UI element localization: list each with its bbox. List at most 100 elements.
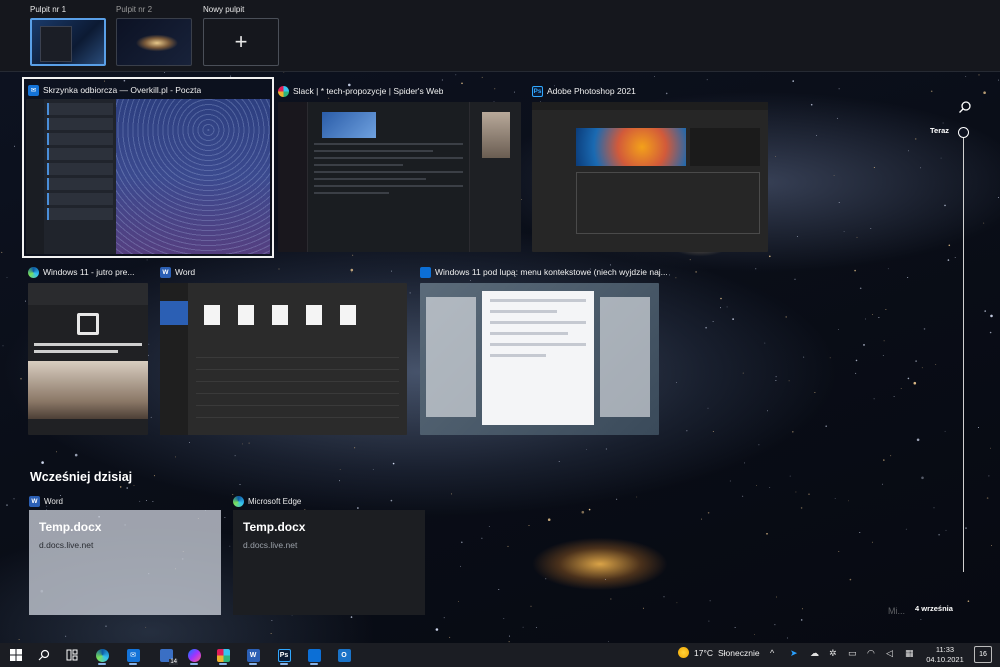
window-edge-title: Windows 11 - jutro pre... bbox=[28, 263, 135, 281]
volume-icon[interactable]: ◁ bbox=[886, 648, 893, 659]
trello-list bbox=[600, 297, 650, 417]
timeline-scrollbar[interactable] bbox=[963, 132, 964, 572]
history-item-word[interactable]: W Word Temp.docx d.docs.live.net bbox=[29, 494, 221, 615]
settings-icon[interactable]: ✲ bbox=[829, 648, 837, 659]
taskbar-photoshop[interactable]: Ps bbox=[274, 645, 294, 665]
cloud-icon[interactable]: ☁ bbox=[810, 648, 819, 659]
timeline-now-label: Teraz bbox=[930, 126, 950, 135]
wifi-icon[interactable]: ◠ bbox=[867, 648, 875, 659]
mail-sidebar bbox=[26, 99, 44, 254]
history-item-app: W Word bbox=[29, 494, 63, 508]
window-edge[interactable]: Windows 11 - jutro pre... bbox=[28, 263, 148, 435]
window-photoshop[interactable]: Ps Adobe Photoshop 2021 bbox=[532, 82, 768, 252]
start-button[interactable] bbox=[6, 645, 26, 665]
history-doc-title: Temp.docx bbox=[243, 520, 306, 534]
history-card[interactable]: Temp.docx d.docs.live.net bbox=[233, 510, 425, 615]
desktop-2-thumbnail[interactable] bbox=[116, 18, 192, 66]
window-edge-preview[interactable] bbox=[28, 283, 148, 435]
notification-center-button[interactable]: 16 bbox=[974, 646, 992, 663]
clock-date: 04.10.2021 bbox=[926, 655, 964, 664]
window-trello-title: Windows 11 pod lupą: menu kontekstowe (n… bbox=[420, 263, 668, 281]
trello-icon bbox=[307, 648, 321, 662]
search-icon[interactable] bbox=[958, 100, 972, 114]
edge-icon bbox=[95, 648, 109, 662]
plus-icon: + bbox=[234, 29, 248, 54]
window-word-title-text: Word bbox=[175, 267, 196, 277]
timeline-handle[interactable] bbox=[958, 127, 969, 138]
edge-icon bbox=[28, 266, 39, 278]
slack-icon bbox=[278, 85, 289, 97]
history-section-title: Wcześniej dzisiaj bbox=[30, 470, 133, 484]
search-icon bbox=[38, 649, 50, 661]
trello-list bbox=[426, 297, 476, 417]
window-trello[interactable]: Windows 11 pod lupą: menu kontekstowe (n… bbox=[420, 263, 668, 435]
window-photoshop-title-text: Adobe Photoshop 2021 bbox=[547, 86, 636, 96]
mail-message-list bbox=[44, 99, 116, 254]
new-desktop-button[interactable]: + bbox=[203, 18, 279, 66]
trello-card-detail bbox=[482, 291, 594, 425]
edge-icon bbox=[233, 495, 244, 507]
photoshop-dropzone bbox=[576, 172, 760, 234]
watermark: Mi... bbox=[888, 606, 905, 616]
taskbar-messenger[interactable] bbox=[184, 645, 204, 665]
desktop-1-thumbnail[interactable] bbox=[30, 18, 106, 66]
word-icon: W bbox=[246, 648, 260, 662]
weather-description: Słonecznie bbox=[718, 647, 760, 658]
taskbar-slack[interactable] bbox=[213, 645, 233, 665]
window-mail-title: ✉ Skrzynka odbiorcza — Overkill.pl - Poc… bbox=[28, 81, 201, 99]
word-icon: W bbox=[160, 266, 171, 278]
history-card[interactable]: Temp.docx d.docs.live.net bbox=[29, 510, 221, 615]
word-sidebar bbox=[160, 283, 188, 435]
taskbar-files[interactable]: 14 bbox=[156, 645, 178, 665]
desktop-1[interactable]: Pulpit nr 1 bbox=[30, 4, 106, 66]
window-word-preview[interactable] bbox=[160, 283, 407, 435]
window-slack-title: Slack | * tech-propozycje | Spider's Web bbox=[278, 82, 443, 100]
taskbar-word[interactable]: W bbox=[243, 645, 263, 665]
history-doc-title: Temp.docx bbox=[39, 520, 102, 534]
window-slack[interactable]: Slack | * tech-propozycje | Spider's Web bbox=[278, 82, 521, 252]
weather-temperature: 17°C bbox=[694, 647, 713, 658]
outlook-icon: O bbox=[337, 648, 351, 662]
timeline-date-label: 4 września bbox=[915, 604, 953, 613]
slack-icon bbox=[216, 648, 230, 662]
taskbar-trello[interactable] bbox=[304, 645, 324, 665]
mail-reading-pane-image bbox=[116, 99, 270, 254]
keyboard-icon[interactable]: ▦ bbox=[905, 648, 914, 659]
search-button[interactable] bbox=[34, 645, 54, 665]
clock-time: 11:33 bbox=[935, 645, 955, 654]
window-mail-preview[interactable] bbox=[26, 99, 270, 254]
messenger-icon bbox=[187, 648, 201, 662]
desktop-2-label: Pulpit nr 2 bbox=[116, 5, 153, 14]
photoshop-banner-image bbox=[576, 128, 686, 166]
history-item-edge[interactable]: Microsoft Edge Temp.docx d.docs.live.net bbox=[233, 494, 425, 615]
window-word-title: W Word bbox=[160, 263, 195, 281]
telegram-icon[interactable]: ➤ bbox=[790, 648, 798, 659]
word-icon: W bbox=[29, 495, 40, 507]
window-slack-preview[interactable] bbox=[278, 102, 521, 252]
taskbar-outlook[interactable]: O bbox=[334, 645, 354, 665]
task-view-button[interactable] bbox=[62, 645, 82, 665]
network-icon[interactable]: ▭ bbox=[848, 648, 857, 659]
site-logo-icon bbox=[77, 313, 99, 335]
window-trello-preview[interactable] bbox=[420, 283, 659, 435]
window-photoshop-title: Ps Adobe Photoshop 2021 bbox=[532, 82, 636, 100]
weather-widget[interactable]: 17°C Słonecznie bbox=[678, 647, 760, 658]
window-photoshop-preview[interactable] bbox=[532, 102, 768, 252]
taskbar-edge[interactable] bbox=[92, 645, 112, 665]
mail-icon: ✉ bbox=[28, 84, 39, 96]
chevron-up-icon[interactable]: ^ bbox=[770, 648, 774, 658]
taskbar-clock[interactable]: 11:33 04.10.2021 bbox=[924, 645, 966, 665]
sun-icon bbox=[678, 647, 689, 658]
photoshop-icon: Ps bbox=[277, 648, 291, 662]
window-word[interactable]: W Word bbox=[160, 263, 407, 435]
taskbar-mail[interactable]: ✉ bbox=[123, 645, 143, 665]
virtual-desktops-bar: Pulpit nr 1 Pulpit nr 2 Nowy pulpit + bbox=[0, 0, 1000, 72]
new-desktop[interactable]: Nowy pulpit + bbox=[203, 4, 279, 66]
window-mail-title-text: Skrzynka odbiorcza — Overkill.pl - Poczt… bbox=[43, 85, 202, 95]
mail-icon: ✉ bbox=[126, 648, 140, 662]
history-item-app-name: Microsoft Edge bbox=[248, 496, 302, 506]
photoshop-icon: Ps bbox=[532, 85, 543, 97]
desktop-2[interactable]: Pulpit nr 2 bbox=[116, 4, 192, 66]
history-item-app: Microsoft Edge bbox=[233, 494, 301, 508]
window-mail[interactable]: ✉ Skrzynka odbiorcza — Overkill.pl - Poc… bbox=[22, 77, 274, 258]
